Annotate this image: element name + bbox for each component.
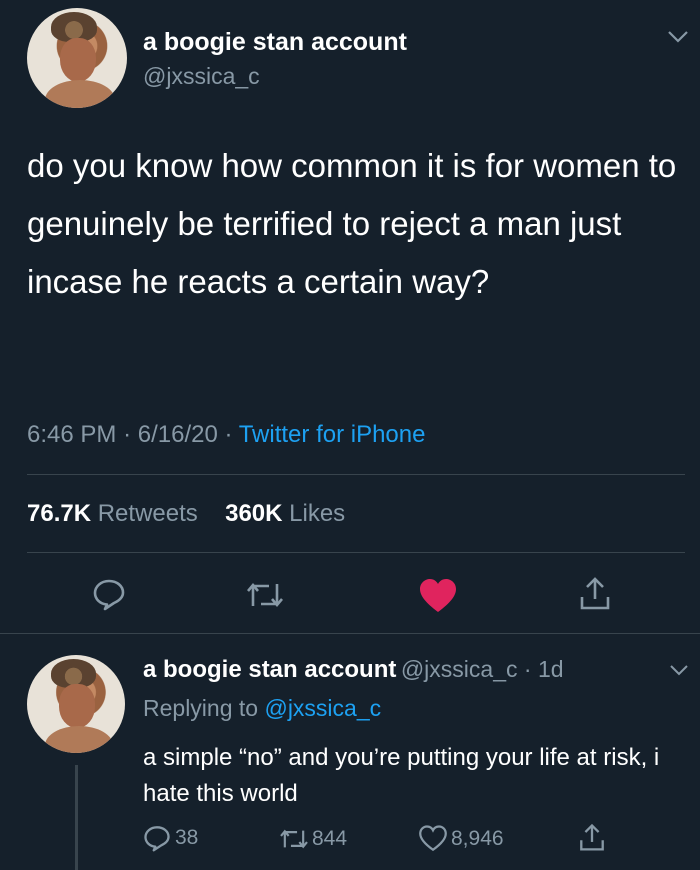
divider	[0, 633, 700, 634]
reply-reply-button[interactable]: 38	[143, 824, 198, 852]
reply-author-handle[interactable]: @jxssica_c	[401, 656, 518, 682]
replying-to: Replying to @jxssica_c	[143, 695, 382, 721]
likes-stat[interactable]: 360K Likes	[225, 500, 345, 527]
share-icon[interactable]	[578, 575, 612, 611]
like-count: 8,946	[451, 826, 504, 850]
retweet-count: 844	[312, 827, 348, 850]
heart-icon[interactable]	[418, 578, 458, 614]
reply-share-icon[interactable]	[578, 822, 606, 852]
reply-author-avatar[interactable]	[27, 655, 125, 753]
heart-outline-icon	[418, 825, 448, 852]
divider	[27, 474, 685, 475]
author-avatar[interactable]	[27, 8, 127, 108]
tweet-meta: 6:46 PM · 6/16/20 · Twitter for iPhone	[27, 421, 426, 448]
author-name[interactable]: a boogie stan account	[143, 28, 407, 57]
reply-age[interactable]: 1d	[538, 656, 564, 682]
tweet-time: 6:46 PM	[27, 421, 117, 448]
tweet-text: do you know how common it is for women t…	[27, 147, 677, 300]
reply-count: 38	[175, 826, 199, 849]
chevron-down-icon[interactable]	[666, 28, 690, 46]
thread-line	[75, 765, 78, 870]
tweet-stats: 76.7K Retweets 360K Likes	[27, 500, 345, 528]
reply-text: a simple “no” and you’re putting your li…	[143, 744, 660, 807]
retweet-icon	[278, 826, 310, 852]
tweet-date[interactable]: 6/16/20	[138, 421, 218, 448]
author-handle[interactable]: @jxssica_c	[143, 63, 260, 90]
reply-chevron-down-icon[interactable]	[668, 662, 690, 678]
reply-header: a boogie stan account @jxssica_c · 1d	[143, 656, 564, 683]
reply-author-name[interactable]: a boogie stan account	[143, 656, 396, 683]
retweets-stat[interactable]: 76.7K Retweets	[27, 500, 198, 527]
reply-like-button[interactable]: 8,946	[418, 825, 504, 852]
divider	[27, 552, 685, 553]
reply-icon[interactable]	[92, 577, 126, 611]
reply-icon	[143, 824, 171, 852]
retweet-icon[interactable]	[245, 578, 285, 612]
reply-retweet-button[interactable]: 844	[278, 826, 347, 852]
tweet-source[interactable]: Twitter for iPhone	[239, 421, 426, 448]
replying-to-handle[interactable]: @jxssica_c	[264, 695, 381, 721]
